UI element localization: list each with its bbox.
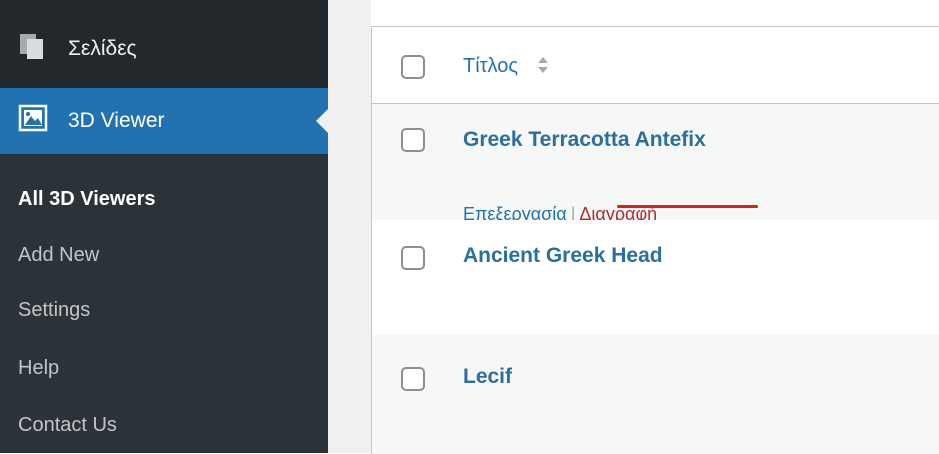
menu-item-pages[interactable]: Σελίδες xyxy=(0,20,328,78)
submenu-item-help[interactable]: Help xyxy=(18,357,59,380)
row-checkbox[interactable] xyxy=(401,367,425,391)
sort-indicator-icon[interactable] xyxy=(537,56,549,74)
table-header: Τίτλος xyxy=(372,27,939,104)
submenu-item-contact-us[interactable]: Contact Us xyxy=(18,414,117,437)
table-row: Greek Terracotta Antefix Επεξεργασία | Δια… xyxy=(372,104,939,224)
post-title-link[interactable]: Greek Terracotta Antefix xyxy=(463,128,706,152)
post-title-link[interactable]: Lecif xyxy=(463,365,512,389)
menu-item-3d-viewer[interactable]: 3D Viewer xyxy=(0,88,328,154)
row-checkbox[interactable] xyxy=(401,246,425,270)
admin-sidebar: Σελίδες 3D Viewer All 3D Viewers Add New… xyxy=(0,0,328,453)
post-title-link[interactable]: Ancient Greek Head xyxy=(463,244,663,268)
submenu-item-settings[interactable]: Settings xyxy=(18,299,90,322)
menu-item-3d-viewer-label: 3D Viewer xyxy=(68,109,165,132)
submenu-item-all-3d-viewers[interactable]: All 3D Viewers xyxy=(18,188,155,211)
menu-item-pages-label: Σελίδες xyxy=(68,37,137,60)
row-checkbox[interactable] xyxy=(401,128,425,152)
posts-table: Τίτλος Greek Terracotta Antefix Επεξεργα… xyxy=(371,26,939,454)
submenu-item-add-new[interactable]: Add New xyxy=(18,244,99,267)
pages-icon xyxy=(18,32,46,66)
submenu-3d-viewer: All 3D Viewers Add New Settings Help Con… xyxy=(0,154,328,453)
content-background xyxy=(328,0,371,453)
table-row: Lecif xyxy=(372,335,939,454)
select-all-checkbox[interactable] xyxy=(401,55,425,79)
column-title-sort-link[interactable]: Τίτλος xyxy=(463,55,518,78)
current-menu-arrow-icon xyxy=(316,109,328,133)
image-icon xyxy=(18,104,48,138)
table-row: Ancient Greek Head xyxy=(372,220,939,335)
annotation-underline xyxy=(617,205,758,208)
